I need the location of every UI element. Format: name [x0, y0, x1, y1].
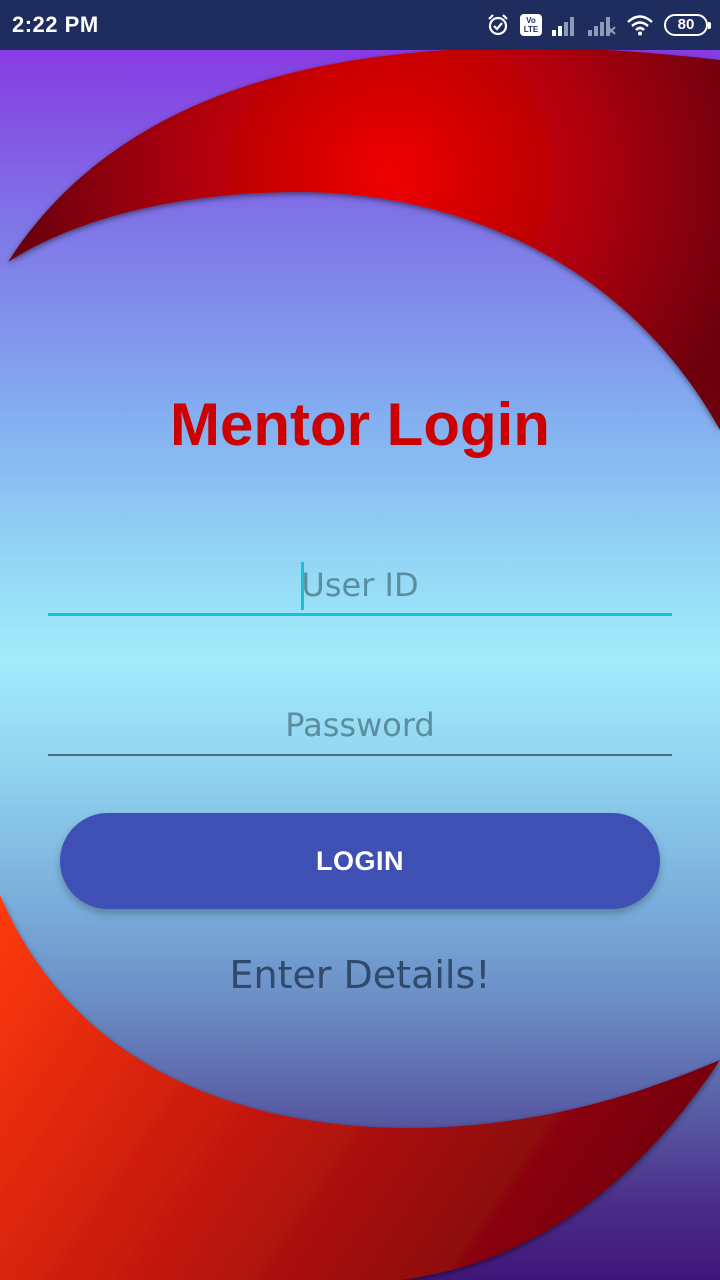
text-cursor	[301, 562, 304, 610]
user-id-field[interactable]	[48, 556, 672, 616]
login-form: Mentor Login LOGIN Enter Details!	[0, 0, 720, 1280]
password-input[interactable]	[48, 696, 672, 754]
status-time: 2:22 PM	[12, 12, 99, 37]
user-id-input[interactable]	[48, 556, 672, 613]
battery-icon: 80	[664, 14, 711, 36]
signal-no-service-icon	[588, 14, 616, 36]
page-title: Mentor Login	[170, 391, 550, 458]
password-field[interactable]	[48, 696, 672, 756]
status-icons: Vo LTE 80	[486, 12, 711, 38]
status-message: Enter Details!	[229, 953, 491, 997]
wifi-icon	[626, 14, 654, 36]
signal-icon	[552, 14, 578, 36]
login-screen: 2:22 PM Vo LTE 80 Mentor Login User ID L…	[0, 0, 720, 1280]
login-button[interactable]: LOGIN	[60, 813, 660, 909]
volte-icon: Vo LTE	[520, 14, 542, 36]
status-bar: 2:22 PM Vo LTE 80	[0, 0, 720, 50]
alarm-icon	[486, 13, 510, 37]
